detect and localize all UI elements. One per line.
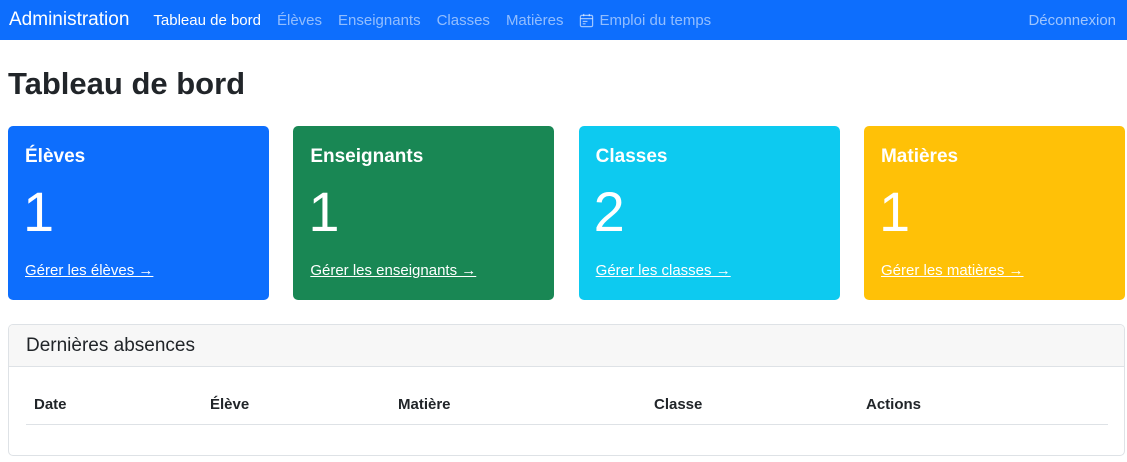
column-header-student: Élève — [202, 387, 390, 425]
manage-classes-link[interactable]: Gérer les classes → — [596, 262, 731, 279]
card-title: Enseignants — [310, 146, 424, 167]
nav-link-teachers[interactable]: Enseignants — [338, 12, 421, 29]
nav-link-timetable[interactable]: Emploi du temps — [579, 12, 711, 29]
nav-link-timetable-label: Emploi du temps — [599, 11, 712, 29]
card-count: 1 — [878, 180, 911, 243]
card-title: Élèves — [25, 146, 86, 167]
absences-panel-body: Date Élève Matière Classe Actions — [9, 387, 1124, 425]
manage-subjects-link[interactable]: Gérer les matières → — [881, 262, 1024, 279]
nav-link-classes[interactable]: Classes — [437, 12, 490, 29]
column-header-actions: Actions — [858, 387, 1108, 425]
logout-link[interactable]: Déconnexion — [1028, 0, 1116, 40]
nav-links: Tableau de bord Élèves Enseignants Class… — [153, 12, 727, 29]
column-header-subject: Matière — [390, 387, 646, 425]
absences-panel: Dernières absences Date Élève Matière Cl… — [8, 324, 1125, 456]
manage-teachers-link[interactable]: Gérer les enseignants → — [310, 262, 476, 279]
nav-link-dashboard[interactable]: Tableau de bord — [153, 12, 261, 29]
card-title: Matières — [880, 146, 959, 167]
top-navbar: Administration Tableau de bord Élèves En… — [0, 0, 1127, 40]
card-subjects: Matières 1 Gérer les matières → — [863, 126, 1125, 300]
absences-table: Date Élève Matière Classe Actions — [26, 387, 1108, 425]
absences-panel-title: Dernières absences — [9, 325, 1124, 367]
card-count: 1 — [308, 180, 340, 243]
table-header-row: Date Élève Matière Classe Actions — [26, 387, 1108, 425]
brand-link[interactable]: Administration — [9, 9, 129, 31]
card-teachers: Enseignants 1 Gérer les enseignants → — [293, 126, 555, 300]
stats-cards: Élèves 1 Gérer les élèves → Enseignants … — [8, 126, 1125, 300]
column-header-date: Date — [26, 387, 202, 425]
card-students: Élèves 1 Gérer les élèves → — [8, 126, 269, 300]
column-header-class: Classe — [646, 387, 858, 425]
manage-students-link[interactable]: Gérer les élèves → — [25, 262, 153, 279]
card-classes: Classes 2 Gérer les classes → — [578, 126, 840, 300]
calendar-icon — [580, 13, 594, 27]
card-title: Classes — [595, 146, 668, 167]
card-count: 1 — [23, 180, 55, 243]
nav-link-subjects[interactable]: Matières — [506, 12, 564, 29]
nav-link-students[interactable]: Élèves — [277, 12, 322, 29]
page-title: Tableau de bord — [8, 66, 246, 101]
card-count: 2 — [593, 180, 625, 243]
